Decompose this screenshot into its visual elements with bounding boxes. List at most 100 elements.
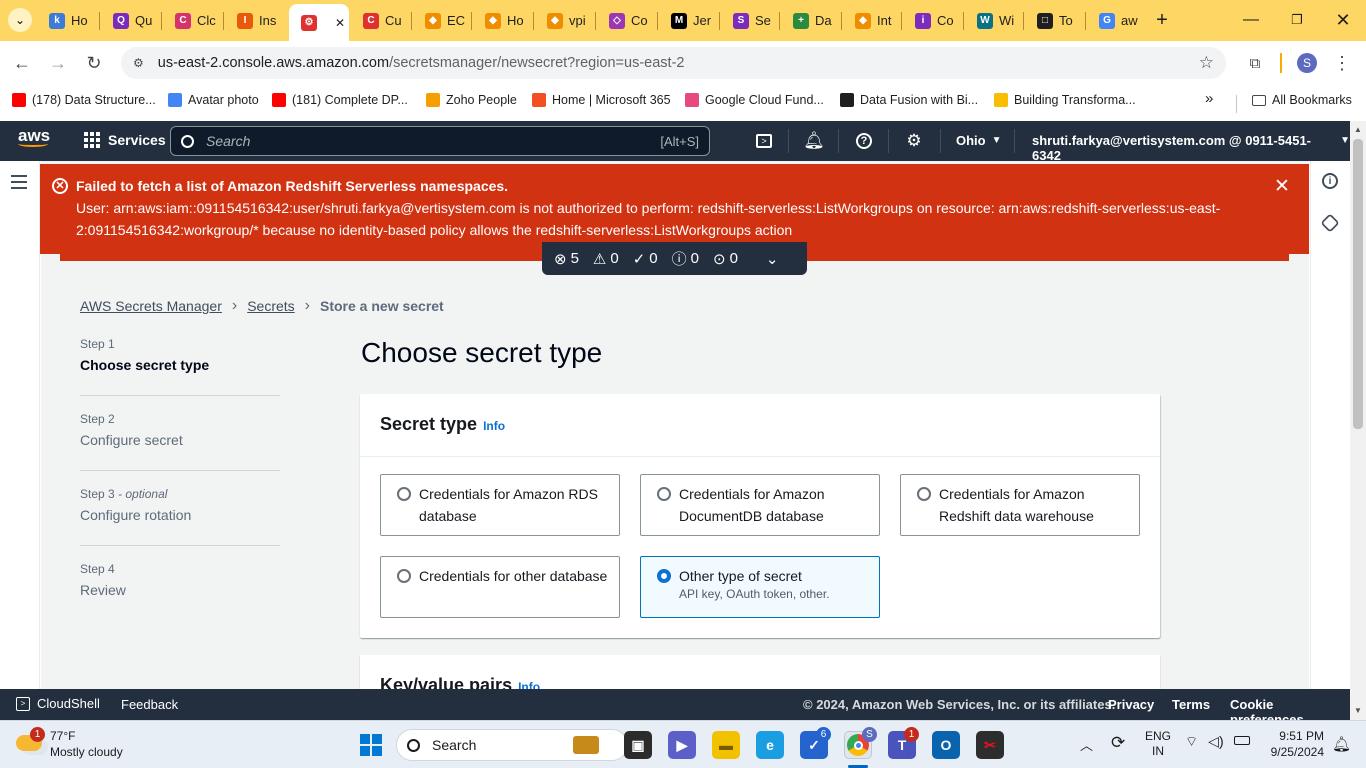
all-bookmarks-button[interactable]: All Bookmarks [1252,93,1352,107]
browser-tab[interactable]: k Ho [37,6,95,35]
info-link[interactable]: Info [518,680,540,689]
start-button[interactable] [357,731,385,759]
back-button[interactable]: ← [10,51,34,75]
snipping-tool-button[interactable]: ✂ [976,731,1004,759]
show-hidden-icons-button[interactable]: ︿ [1080,735,1093,754]
browser-menu-button[interactable]: ⋮ [1330,51,1354,75]
option-other-database-credentials[interactable]: Credentials for other database [380,556,620,618]
radio-button[interactable] [917,487,931,501]
dismiss-flash-button[interactable]: ✕ [1274,176,1290,198]
file-explorer-button[interactable]: ▬ [712,731,740,759]
browser-tab[interactable]: C Cu [351,6,407,35]
quick-settings-button[interactable]: ⌔ ◁) [1185,733,1250,751]
close-tab-icon[interactable]: ✕ [335,16,345,30]
aws-search-input[interactable]: Search [Alt+S] [170,126,710,156]
browser-tab[interactable]: ◇ Co [597,6,653,35]
browser-tab[interactable]: + Da [781,6,837,35]
region-selector[interactable]: Ohio ▼ [956,133,1002,148]
option-other-secret[interactable]: Other type of secret API key, OAuth toke… [640,556,880,618]
more-bookmarks-button[interactable]: » [1205,90,1213,107]
cloudshell-button[interactable]: > [752,129,776,153]
header-divider [888,129,889,153]
close-window-button[interactable]: ✕ [1320,0,1366,40]
restore-button[interactable]: ❐ [1274,0,1320,40]
new-tab-button[interactable]: + [1150,8,1174,32]
meet-button[interactable]: ▶ [668,731,696,759]
address-bar[interactable]: ⚙ us-east-2.console.aws.amazon.com/secre… [121,47,1226,79]
option-rds-credentials[interactable]: Credentials for Amazon RDS database [380,474,620,536]
help-button[interactable]: ? [852,129,876,153]
aws-logo[interactable]: aws [18,127,52,153]
terms-link[interactable]: Terms [1172,697,1210,712]
bookmark-item[interactable]: (178) Data Structure... [12,93,156,107]
privacy-link[interactable]: Privacy [1108,697,1154,712]
outlook-button[interactable]: O [932,731,960,759]
browser-tab[interactable]: I Ins [225,6,283,35]
profile-avatar[interactable]: S [1297,53,1317,73]
bookmark-item[interactable]: Building Transforma... [994,93,1136,107]
services-menu[interactable]: Services [84,132,166,148]
bookmark-item[interactable]: (181) Complete DP... [272,93,408,107]
weather-widget[interactable]: 1 77°F Mostly cloudy [16,727,156,763]
radio-button[interactable] [657,487,671,501]
notification-counter-bar[interactable]: ⊗ 5 ⚠ 0 ✓ 0 ⓘ 0 ⊙ 0 ⌄ [542,242,807,275]
browser-tab[interactable]: □ To [1025,6,1081,35]
option-redshift-credentials[interactable]: Credentials for Amazon Redshift data war… [900,474,1140,536]
minimize-button[interactable]: — [1228,0,1274,40]
info-panel-button[interactable]: i [1322,173,1338,189]
radio-button[interactable] [397,487,411,501]
browser-tab[interactable]: ⚙ ✕ [289,4,349,41]
security-panel-button[interactable] [1320,213,1340,233]
browser-tab[interactable]: C Clc [163,6,219,35]
bookmark-item[interactable]: Avatar photo [168,93,259,107]
bookmark-star-icon[interactable]: ☆ [1199,53,1214,73]
browser-tab[interactable]: W Wi [965,6,1019,35]
edge-button[interactable]: e [756,731,784,759]
browser-tab[interactable]: Gaw [1087,6,1143,35]
notification-center-button[interactable]: 🔔︎ [1332,735,1351,753]
site-info-icon[interactable]: ⚙ [133,56,144,70]
account-menu[interactable]: shruti.farkya@vertisystem.com @ 0911-545… [1032,133,1350,163]
settings-button[interactable]: ⚙ [902,129,926,153]
scroll-down-icon[interactable]: ▼ [1354,706,1362,715]
reload-button[interactable]: ↻ [82,51,106,75]
task-view-button[interactable]: ▣ [624,731,652,759]
radio-button[interactable] [397,569,411,583]
tab-favicon-icon: i [915,12,931,29]
language-indicator[interactable]: ENG IN [1145,729,1171,759]
bookmark-item[interactable]: Zoho People [426,93,517,107]
bookmark-item[interactable]: Data Fusion with Bi... [840,93,978,107]
browser-tab[interactable]: ◆ vpi [535,6,591,35]
browser-tab[interactable]: ◆ Ho [473,6,529,35]
browser-tab[interactable]: i Co [903,6,959,35]
expand-flashbar-button[interactable]: ⌄ [766,250,779,268]
forward-button[interactable]: → [46,51,70,75]
step-number-text: Step 3 [80,487,115,501]
browser-tab[interactable]: Q Qu [101,6,157,35]
info-link[interactable]: Info [483,419,505,433]
breadcrumb-secrets[interactable]: Secrets [247,298,294,314]
page-scrollbar[interactable]: ▲ ▼ [1350,121,1366,720]
scrollbar-thumb[interactable] [1353,139,1363,429]
scroll-up-icon[interactable]: ▲ [1354,125,1362,134]
breadcrumb-secrets-manager[interactable]: AWS Secrets Manager [80,298,222,314]
clock[interactable]: 9:51 PM 9/25/2024 [1262,728,1324,760]
tab-search-button[interactable]: ⌄ [8,8,32,32]
browser-tab[interactable]: S Se [721,6,775,35]
tab-title: vpi [569,13,586,28]
notifications-button[interactable]: 🔔︎ [802,129,826,153]
hamburger-menu-button[interactable] [11,175,27,189]
feedback-link[interactable]: Feedback [121,697,178,712]
radio-button-selected[interactable] [657,569,671,583]
bookmark-item[interactable]: Home | Microsoft 365 [532,93,671,107]
browser-tab[interactable]: M Jer [659,6,715,35]
option-documentdb-credentials[interactable]: Credentials for Amazon DocumentDB databa… [640,474,880,536]
restore-icon: ❐ [1291,12,1303,27]
browser-tab[interactable]: ◆ Int [843,6,897,35]
bookmark-item[interactable]: Google Cloud Fund... [685,93,824,107]
cloudshell-footer-button[interactable]: > CloudShell [16,696,100,711]
sync-button[interactable]: ⟳ [1111,733,1125,753]
taskbar-search[interactable]: Search [396,729,628,761]
extensions-button[interactable]: ⧉ [1243,51,1267,75]
browser-tab[interactable]: ◆ EC [413,6,467,35]
